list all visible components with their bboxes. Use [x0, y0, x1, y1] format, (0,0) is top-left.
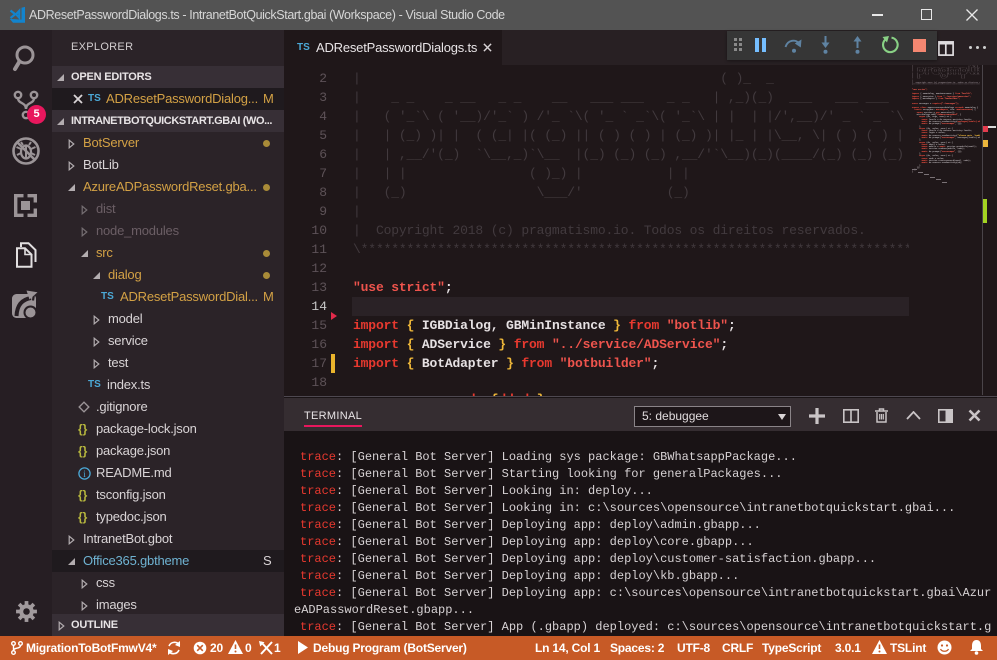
svg-text:i: i: [83, 469, 86, 479]
